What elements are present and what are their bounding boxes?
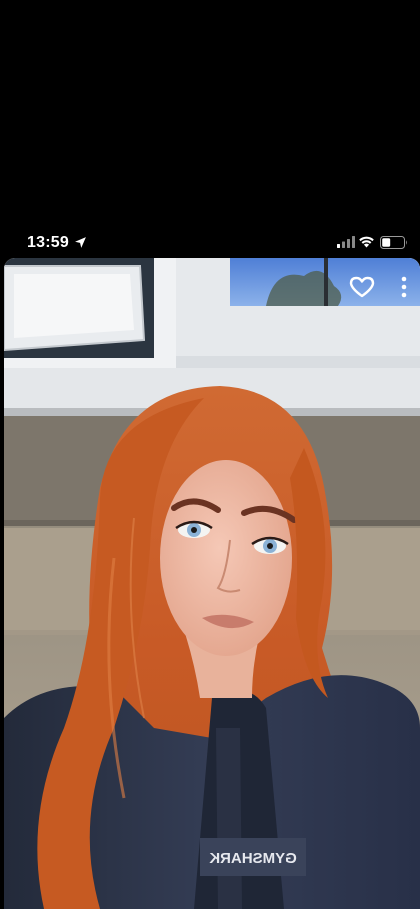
shirt-print-text: GYMSHARK xyxy=(209,850,297,867)
cellular-signal-icon xyxy=(337,236,355,248)
location-arrow-icon xyxy=(75,237,86,248)
photo-card[interactable]: GYMSHARK xyxy=(4,258,420,909)
status-time: 13:59 xyxy=(27,234,69,251)
selfie-photo: GYMSHARK xyxy=(4,258,420,909)
status-bar: 13:59 xyxy=(0,230,420,256)
heart-icon[interactable] xyxy=(349,276,375,298)
more-vertical-icon[interactable] xyxy=(396,274,412,300)
battery-icon xyxy=(380,236,407,249)
wifi-icon xyxy=(359,236,374,248)
